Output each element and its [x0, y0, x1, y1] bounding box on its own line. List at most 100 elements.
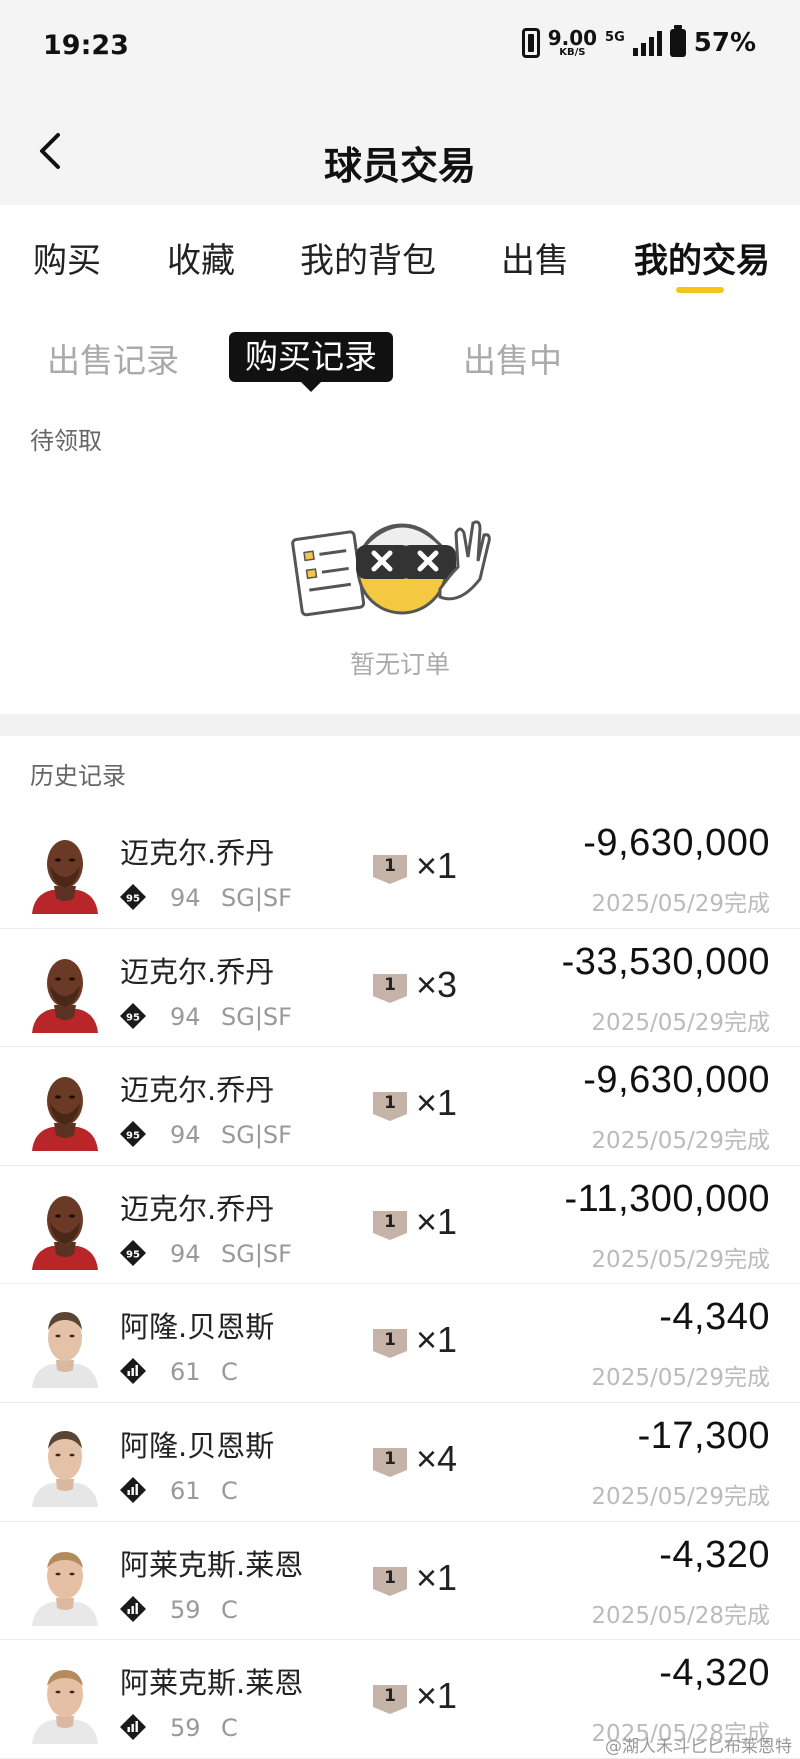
card-level: 1	[384, 1686, 396, 1707]
header: 球员交易	[0, 95, 800, 205]
rating-badge-text: 95	[126, 1131, 140, 1142]
player-position: SG|SF	[221, 884, 292, 912]
player-name: 迈克尔.乔丹	[120, 954, 275, 989]
subtab-sell-records[interactable]: 出售记录	[47, 334, 179, 382]
purchase-price: -9,630,000	[583, 822, 770, 864]
player-avatar	[30, 1182, 100, 1270]
player-name: 迈克尔.乔丹	[120, 1191, 275, 1226]
history-record-row[interactable]: 迈克尔.乔丹 95 94 SG|SF 1 ×1 -9,630,000 2025/05/29完成	[0, 810, 800, 929]
player-avatar	[30, 826, 100, 914]
purchase-quantity: ×1	[416, 1082, 458, 1124]
history-record-row[interactable]: 阿隆.贝恩斯 61 C 1 ×1 -4,340 2025/05/29完成	[0, 1284, 800, 1403]
player-position: SG|SF	[221, 1239, 292, 1268]
player-rating: 61	[170, 1476, 201, 1505]
purchase-date-status: 2025/05/29完成	[591, 1246, 770, 1273]
purchase-price: -4,340	[659, 1296, 770, 1339]
purchase-price: -33,530,000	[561, 940, 770, 983]
purchase-price: -4,320	[659, 1533, 770, 1576]
status-bar: 19:23 9.00 KB/S 5G 57%	[0, 0, 800, 95]
player-rating: 59	[170, 1714, 201, 1743]
purchase-date-status: 2025/05/29完成	[591, 1128, 770, 1155]
main-tabs: 购买 收藏 我的背包 出售 我的交易	[0, 205, 800, 300]
player-position: C	[221, 1358, 238, 1387]
rating-badge-icon: 95	[120, 1002, 146, 1029]
card-level-icon: 1	[371, 1565, 409, 1597]
player-rating: 94	[170, 884, 201, 912]
history-record-row[interactable]: 迈克尔.乔丹 95 94 SG|SF 1 ×3 -33,530,000 2025/05/29完…	[0, 929, 800, 1048]
card-level-icon: 1	[371, 1446, 409, 1478]
player-rating: 94	[170, 1239, 201, 1268]
player-position: C	[221, 1714, 238, 1743]
card-level-icon: 1	[371, 1683, 409, 1715]
card-level: 1	[384, 1567, 396, 1588]
battery-icon	[669, 25, 686, 57]
player-name: 阿隆.贝恩斯	[120, 1310, 275, 1345]
player-position: C	[221, 1476, 238, 1505]
purchase-date-status: 2025/05/29完成	[591, 891, 770, 917]
card-level: 1	[384, 856, 396, 876]
status-icons: 9.00 KB/S 5G 57%	[521, 25, 756, 58]
active-tab-indicator	[676, 287, 724, 293]
purchase-price: -9,630,000	[583, 1059, 770, 1102]
player-name: 阿莱克斯.莱恩	[120, 1666, 304, 1701]
tab-my-trades[interactable]: 我的交易	[634, 233, 770, 282]
history-record-row[interactable]: 迈克尔.乔丹 95 94 SG|SF 1 ×1 -11,300,000 2025/05/29完…	[0, 1166, 800, 1285]
purchase-date-status: 2025/05/29完成	[591, 1009, 770, 1036]
network-speed-unit: KB/S	[559, 47, 586, 58]
player-position: SG|SF	[221, 1002, 292, 1031]
player-avatar	[30, 1656, 100, 1745]
player-avatar	[30, 1063, 100, 1152]
card-level-icon: 1	[371, 1209, 409, 1241]
purchase-quantity: ×1	[416, 1675, 458, 1717]
card-level-icon: 1	[371, 1327, 409, 1359]
tab-favorites[interactable]: 收藏	[167, 233, 235, 282]
player-avatar	[30, 1300, 100, 1389]
tab-my-backpack[interactable]: 我的背包	[300, 233, 436, 282]
player-position: C	[221, 1595, 238, 1624]
history-label: 历史记录	[30, 762, 126, 790]
history-list: 迈克尔.乔丹 95 94 SG|SF 1 ×1 -9,630,000 2025/05/29完成…	[0, 810, 800, 1759]
network-speed-value: 9.00	[547, 26, 598, 50]
player-name: 阿莱克斯.莱恩	[120, 1547, 304, 1582]
history-record-row[interactable]: 阿隆.贝恩斯 61 C 1 ×4 -17,300 2025/05/29完成	[0, 1403, 800, 1522]
purchase-quantity: ×3	[416, 963, 458, 1005]
player-rating: 61	[170, 1358, 201, 1387]
purchase-price: -4,320	[659, 1652, 770, 1695]
purchase-quantity: ×1	[416, 1200, 458, 1242]
subtab-buy-records[interactable]: 购买记录	[229, 332, 393, 392]
tab-buy[interactable]: 购买	[33, 233, 101, 282]
player-name: 阿隆.贝恩斯	[120, 1428, 275, 1463]
empty-orders-text: 暂无订单	[349, 650, 450, 679]
player-rating: 59	[170, 1595, 201, 1624]
card-level: 1	[384, 1330, 396, 1351]
rating-badge-icon	[120, 1358, 146, 1385]
history-record-row[interactable]: 迈克尔.乔丹 95 94 SG|SF 1 ×1 -9,630,000 2025/05/29完成	[0, 1047, 800, 1166]
rating-badge-icon	[120, 1476, 146, 1503]
card-level: 1	[384, 1093, 396, 1114]
vibrate-icon	[521, 28, 540, 58]
player-rating: 94	[170, 1002, 201, 1031]
rating-badge-icon	[120, 1714, 146, 1741]
purchase-quantity: ×1	[416, 1319, 458, 1361]
player-avatar	[30, 1419, 100, 1507]
network-speed: 9.00 KB/S	[548, 28, 597, 58]
card-level-icon: 1	[371, 972, 409, 1004]
purchase-price: -17,300	[637, 1414, 770, 1457]
subtab-on-sale[interactable]: 出售中	[463, 334, 562, 382]
network-type: 5G	[605, 30, 625, 45]
card-level: 1	[384, 1211, 396, 1232]
tab-sell[interactable]: 出售	[501, 233, 569, 282]
player-name: 迈克尔.乔丹	[120, 1073, 275, 1108]
card-level: 1	[384, 974, 396, 995]
battery-percent: 57%	[693, 28, 756, 58]
history-record-row[interactable]: 阿莱克斯.莱恩 59 C 1 ×1 -4,320 2025/05/28完成	[0, 1522, 800, 1641]
rating-badge-text: 95	[126, 1012, 140, 1023]
purchase-price: -11,300,000	[564, 1177, 770, 1220]
purchase-quantity: ×1	[416, 1556, 458, 1598]
rating-badge-text: 95	[126, 1249, 140, 1260]
rating-badge-icon: 95	[120, 1239, 146, 1266]
watermark: @湖人禾斗匕匕布莱恩特	[605, 1737, 792, 1757]
player-rating: 94	[170, 1121, 201, 1150]
rating-badge-text: 95	[126, 894, 140, 905]
player-avatar	[30, 945, 100, 1033]
